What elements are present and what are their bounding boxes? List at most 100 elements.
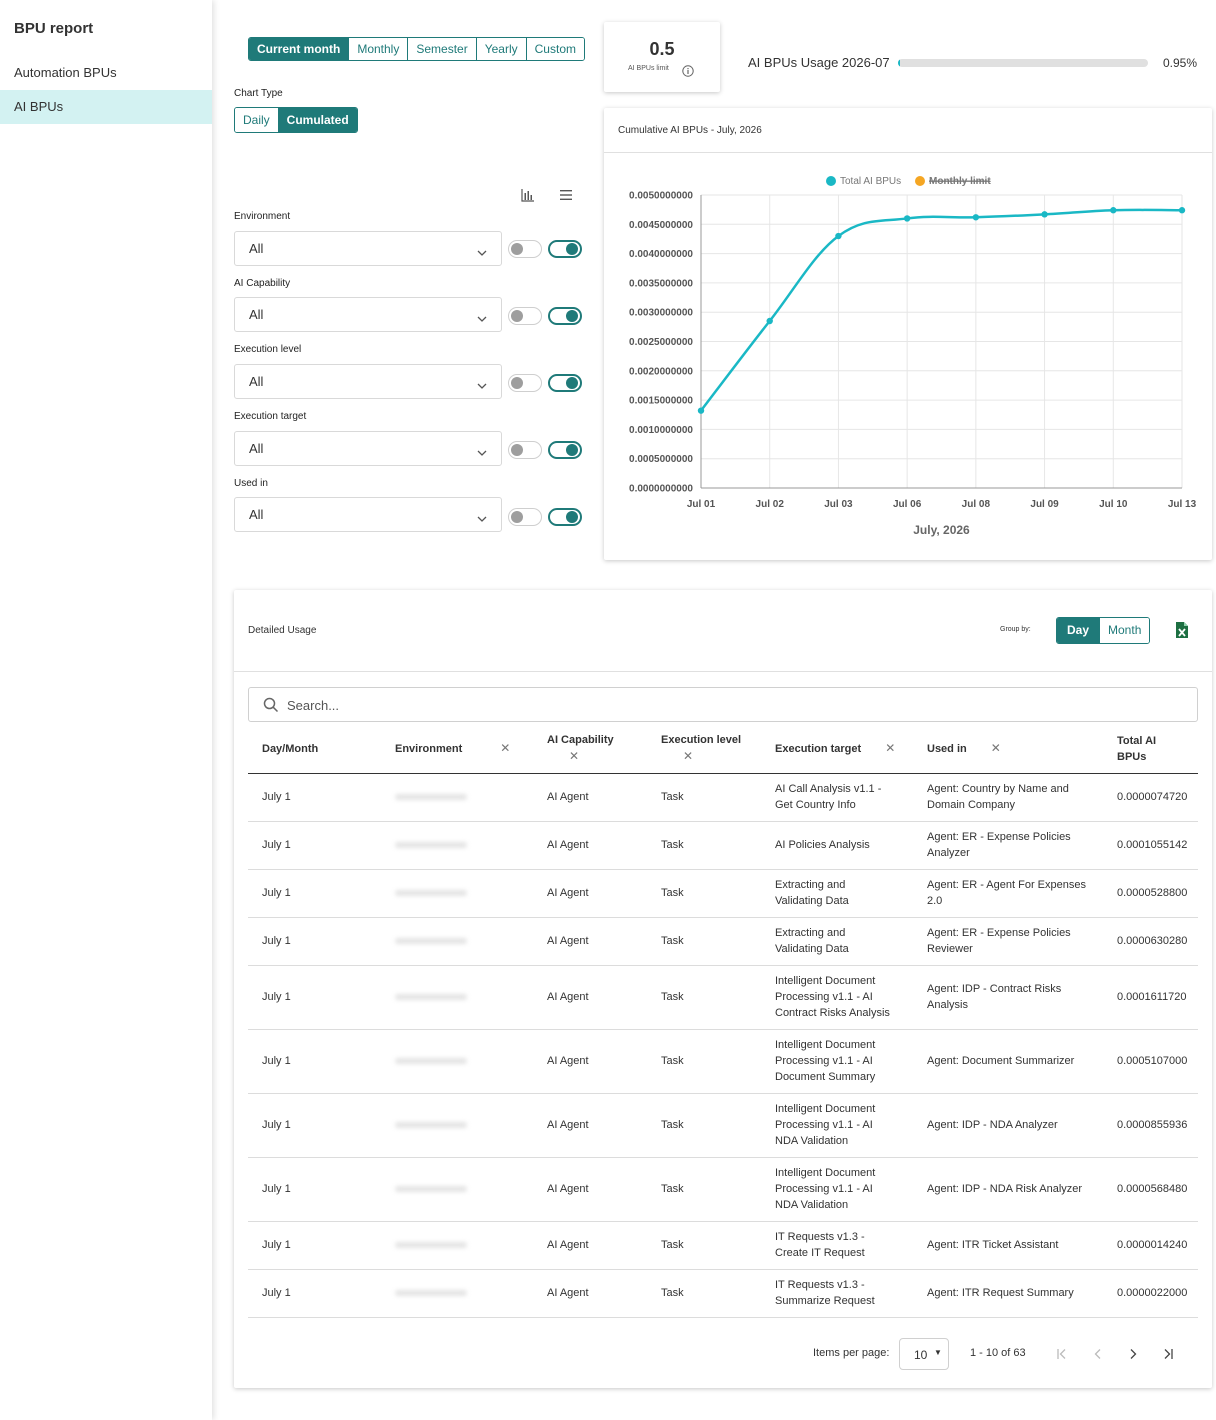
first-page-icon[interactable] (1052, 1344, 1072, 1364)
sidebar-item-ai-bpus[interactable]: AI BPUs (0, 90, 212, 124)
page-size-value: 10 (914, 1348, 928, 1362)
chart-type-daily[interactable]: Daily (235, 108, 279, 132)
tab-custom[interactable]: Custom (526, 38, 584, 60)
environment-select[interactable]: All (234, 231, 502, 266)
used-in-toggle-right[interactable] (548, 508, 582, 526)
cell-execution-target: AI Policies Analysis (761, 821, 913, 870)
cell-execution-level: Task (647, 1269, 761, 1318)
execution-level-toggle-left[interactable] (508, 374, 542, 392)
close-icon[interactable]: ✕ (683, 748, 693, 764)
cell-used-in: Agent: ITR Request Summary (913, 1269, 1103, 1318)
chart-type-cumulated[interactable]: Cumulated (278, 108, 357, 132)
data-point (972, 214, 980, 221)
close-icon[interactable]: ✕ (885, 740, 895, 756)
group-by-toggle: Day Month (1056, 617, 1151, 644)
data-point (1041, 211, 1048, 218)
used-in-select[interactable]: All (234, 497, 502, 532)
ai-capability-toggle-right[interactable] (548, 307, 582, 325)
col-execution-level[interactable]: Execution level ✕ (647, 725, 761, 774)
cell-execution-level: Task (647, 917, 761, 966)
next-page-icon[interactable] (1123, 1344, 1143, 1364)
table-row: July 1 AI Agent Task AI Call Analysis v1.1 … (248, 773, 1198, 822)
execution-target-toggle-left[interactable] (508, 441, 542, 459)
col-total-ai-bpus[interactable]: Total AI BPUs (1103, 725, 1198, 774)
sidebar-item-automation-bpus[interactable]: Automation BPUs (0, 56, 212, 90)
redacted-environment (395, 1122, 467, 1129)
detailed-usage-card: Detailed Usage Group by: Day Month Day/M… (234, 590, 1212, 1388)
cell-ai-capability: AI Agent (533, 965, 647, 1030)
cell-used-in: Agent: IDP - NDA Analyzer (913, 1093, 1103, 1158)
data-point (766, 317, 773, 325)
chevron-down-icon (477, 444, 487, 462)
table-row: July 1 AI Agent Task Intelligent Document P… (248, 1157, 1198, 1222)
y-tick-label: 0.0020000000 (629, 366, 693, 377)
cell-day: July 1 (248, 821, 381, 870)
col-execution-level-label: Execution level (661, 734, 742, 747)
cell-used-in: Agent: ER - Expense Policies Analyzer (913, 821, 1103, 870)
ai-capability-toggle-left[interactable] (508, 307, 542, 325)
cell-execution-target: Intelligent Document Processing v1.1 - A… (761, 1157, 913, 1222)
redacted-environment (395, 890, 467, 897)
cell-ai-capability: AI Agent (533, 1221, 647, 1270)
execution-level-toggle-right[interactable] (548, 374, 582, 392)
page-size-select[interactable]: 10 ▼ (899, 1338, 949, 1370)
cell-used-in: Agent: Document Summarizer (913, 1029, 1103, 1094)
chevron-down-icon (477, 310, 487, 328)
search-input[interactable] (287, 696, 1167, 714)
col-environment[interactable]: Environment ✕ (381, 725, 533, 774)
cell-execution-target: Intelligent Document Processing v1.1 - A… (761, 1029, 913, 1094)
excel-export-icon[interactable] (1172, 620, 1192, 640)
chevron-down-icon (477, 377, 487, 395)
data-point (1178, 207, 1186, 214)
menu-icon[interactable] (556, 185, 576, 205)
bar-chart-icon[interactable] (518, 185, 538, 205)
cell-execution-target: Extracting and Validating Data (761, 869, 913, 918)
execution-level-select[interactable]: All (234, 364, 502, 399)
used-in-toggle-left[interactable] (508, 508, 542, 526)
col-used-in[interactable]: Used in ✕ (913, 725, 1103, 774)
redacted-environment (395, 842, 467, 849)
group-by-month[interactable]: Month (1100, 618, 1150, 643)
cell-total-ai-bpus: 0.0001055142 (1103, 821, 1198, 870)
col-execution-target[interactable]: Execution target ✕ (761, 725, 913, 774)
redacted-environment (395, 1186, 467, 1193)
table-header-row: Day/Month Environment ✕ AI Capability ✕ Ex… (248, 725, 1198, 774)
close-icon[interactable]: ✕ (991, 740, 1001, 756)
tab-semester[interactable]: Semester (408, 38, 477, 60)
used-in-select-value: All (249, 507, 264, 522)
redacted-environment (395, 994, 467, 1001)
chevron-down-icon (477, 510, 487, 528)
close-icon[interactable]: ✕ (569, 748, 579, 764)
x-tick-label: Jul 03 (824, 499, 853, 510)
execution-target-select-value: All (249, 441, 264, 456)
cell-day: July 1 (248, 1157, 381, 1222)
cell-used-in: Agent: IDP - Contract Risks Analysis (913, 965, 1103, 1030)
ai-bpus-limit-value: 0.5 (649, 39, 675, 59)
info-icon[interactable] (682, 64, 694, 82)
data-point (903, 215, 911, 222)
last-page-icon[interactable] (1158, 1344, 1178, 1364)
col-day-month[interactable]: Day/Month (248, 725, 381, 774)
detailed-usage-table: Day/Month Environment ✕ AI Capability ✕ Ex… (248, 725, 1198, 1318)
environment-toggle-right[interactable] (548, 240, 582, 258)
col-execution-target-label: Execution target (775, 743, 862, 756)
environment-toggle-left[interactable] (508, 240, 542, 258)
tab-yearly[interactable]: Yearly (476, 38, 527, 60)
close-icon[interactable]: ✕ (500, 740, 510, 756)
execution-target-toggle-right[interactable] (548, 441, 582, 459)
detailed-usage-title: Detailed Usage (248, 625, 317, 636)
col-ai-capability[interactable]: AI Capability ✕ (533, 725, 647, 774)
redacted-environment (395, 1058, 467, 1065)
prev-page-icon[interactable] (1088, 1344, 1108, 1364)
tab-current-month[interactable]: Current month (249, 38, 350, 60)
cell-day: July 1 (248, 1029, 381, 1094)
search-box (248, 687, 1198, 722)
ai-capability-select[interactable]: All (234, 297, 502, 332)
cell-environment (381, 821, 533, 870)
filter-execution-level-label: Execution level (234, 344, 302, 355)
cell-day: July 1 (248, 773, 381, 822)
tab-monthly[interactable]: Monthly (349, 38, 409, 60)
caret-down-icon: ▼ (934, 1348, 942, 1357)
execution-target-select[interactable]: All (234, 431, 502, 466)
group-by-day[interactable]: Day (1057, 618, 1101, 643)
